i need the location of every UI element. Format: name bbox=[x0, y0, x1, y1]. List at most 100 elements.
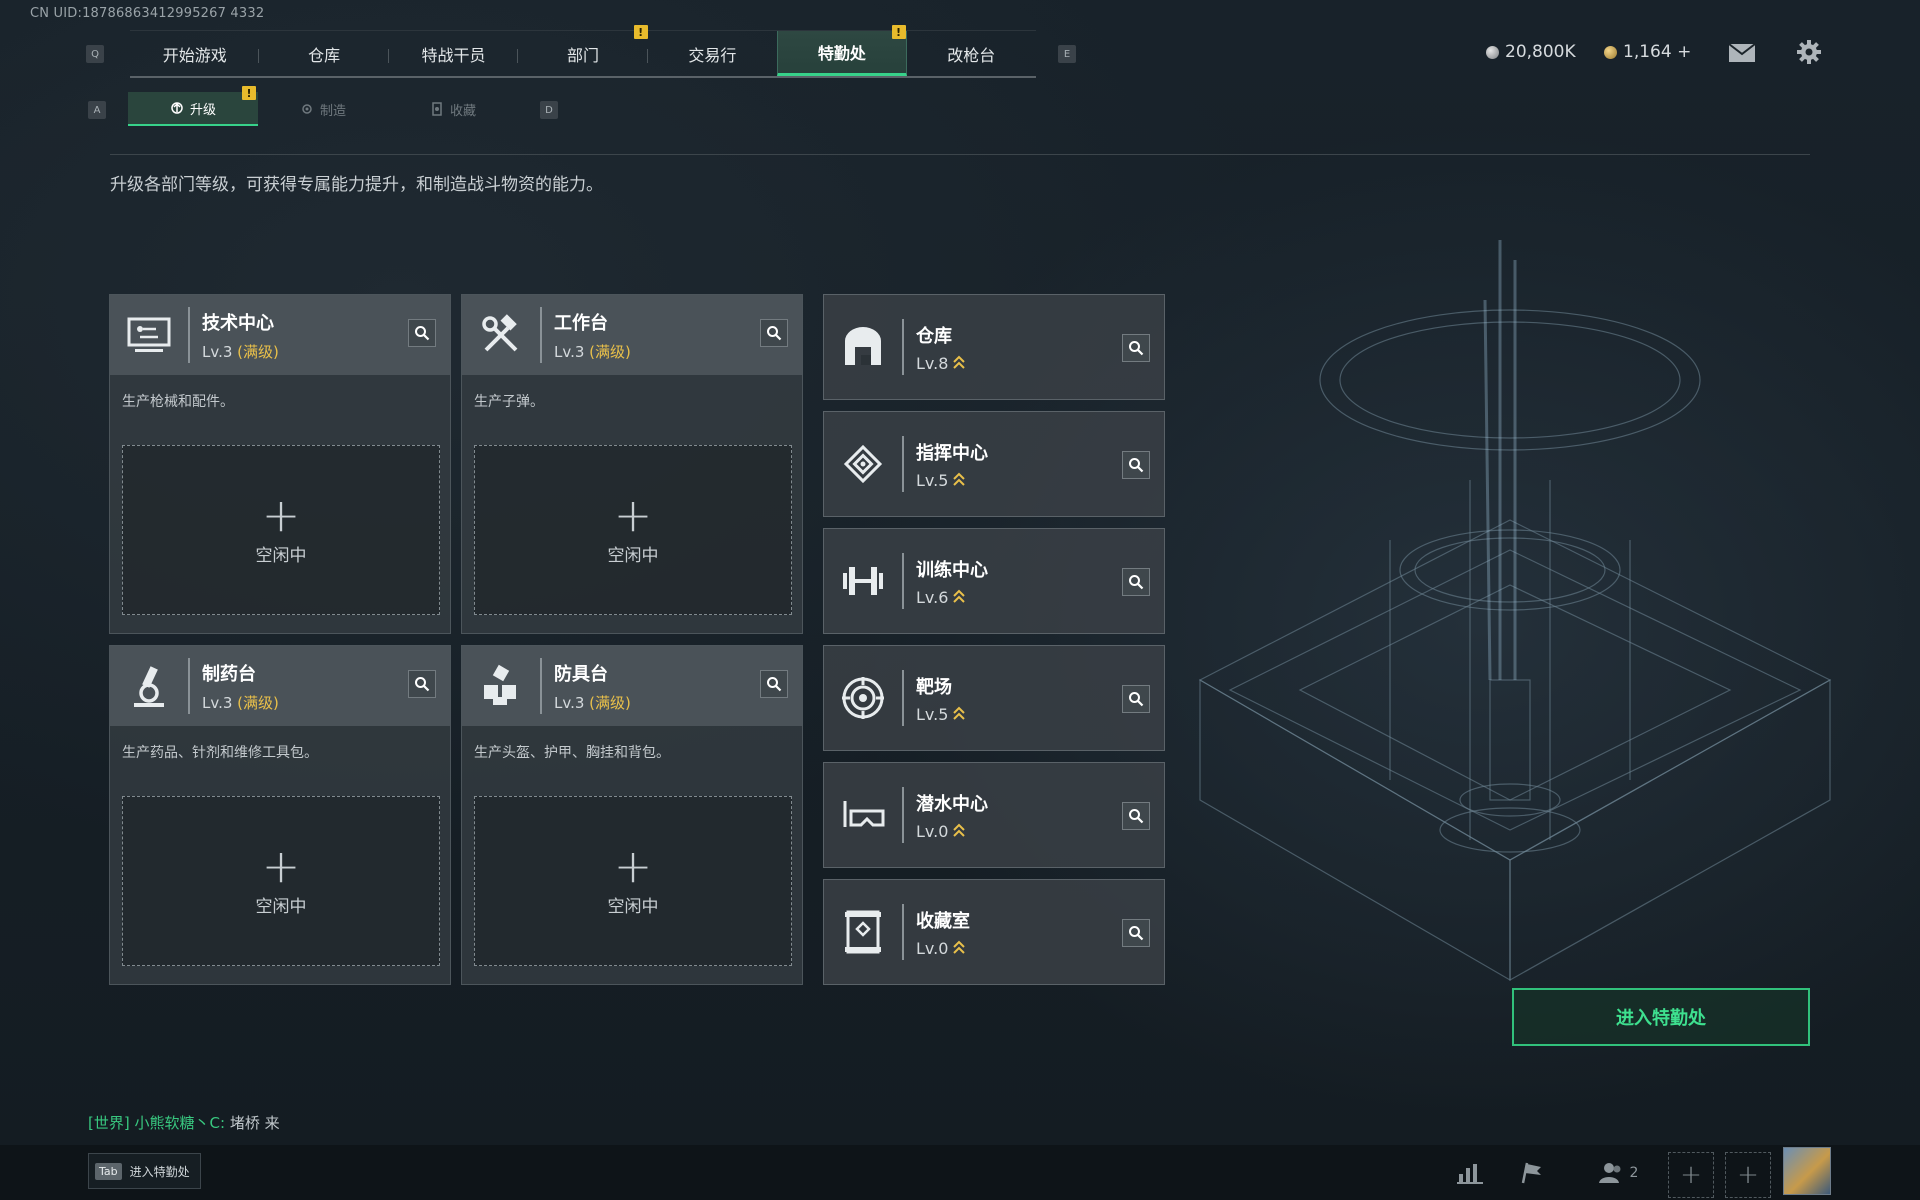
search-icon[interactable] bbox=[1122, 568, 1150, 596]
alert-badge: ! bbox=[633, 25, 648, 39]
tab-label: 特勤处 bbox=[817, 44, 866, 63]
production-slot[interactable]: + 空闲中 bbox=[122, 796, 440, 966]
slot-status: 空闲中 bbox=[255, 545, 307, 566]
subtab-craft[interactable]: 制造 bbox=[258, 92, 388, 126]
level-value: Lv.3 bbox=[554, 693, 585, 712]
chat-text: 堵桥 来 bbox=[229, 1114, 280, 1132]
facility-name: 收藏室 bbox=[916, 910, 970, 932]
chat-message[interactable]: [世界] 小熊软糖丶C: 堵桥 来 bbox=[88, 1112, 280, 1133]
search-icon[interactable] bbox=[408, 319, 436, 347]
facility-card-range[interactable]: 靶场 Lv.5 bbox=[823, 645, 1165, 751]
plus-icon: + bbox=[613, 487, 653, 542]
tab-start-game[interactable]: 开始游戏 bbox=[130, 31, 260, 76]
subtab-collect[interactable]: 收藏 bbox=[388, 92, 518, 126]
avatar[interactable] bbox=[1783, 1147, 1831, 1195]
silver-coin-icon bbox=[1486, 45, 1499, 59]
workbench-description: 生产药品、针剂和维修工具包。 bbox=[122, 745, 318, 761]
search-icon[interactable] bbox=[408, 670, 436, 698]
workbench-card-workbench: 工作台 Lv.3 (满级) 生产子弹。 + 空闲中 bbox=[461, 294, 803, 634]
max-level-tag: (满级) bbox=[237, 693, 279, 712]
alert-badge: ! bbox=[891, 25, 906, 39]
facility-level: Lv.0 bbox=[916, 939, 970, 958]
subtab-label: 制造 bbox=[319, 103, 346, 119]
chat-channel: [世界] bbox=[88, 1114, 130, 1132]
production-slot[interactable]: + 空闲中 bbox=[122, 445, 440, 615]
base-hologram-illustration bbox=[1170, 240, 1870, 1000]
slot-status: 空闲中 bbox=[607, 896, 659, 917]
tab-warehouse[interactable]: 仓库 bbox=[259, 31, 389, 76]
upgrade-arrow-icon bbox=[953, 940, 966, 954]
tab-label: 交易行 bbox=[688, 45, 737, 65]
production-slot[interactable]: + 空闲中 bbox=[474, 445, 792, 615]
tab-label: 部门 bbox=[566, 45, 599, 65]
facility-card-collection[interactable]: 收藏室 Lv.0 bbox=[823, 879, 1165, 985]
tab-trading[interactable]: 交易行 bbox=[648, 31, 777, 76]
facility-card-warehouse[interactable]: 仓库 Lv.8 bbox=[823, 294, 1165, 400]
mail-icon[interactable] bbox=[1727, 38, 1757, 68]
search-icon[interactable] bbox=[1122, 334, 1150, 362]
plus-icon: + bbox=[261, 838, 301, 893]
tab-shortcut-label: 进入特勤处 bbox=[129, 1164, 190, 1179]
level-value: Lv.3 bbox=[202, 342, 233, 361]
facility-level: Lv.5 bbox=[916, 471, 988, 490]
search-icon[interactable] bbox=[1122, 685, 1150, 713]
facility-level: Lv.8 bbox=[916, 354, 966, 373]
alert-badge: ! bbox=[242, 86, 256, 100]
facility-name: 训练中心 bbox=[916, 559, 988, 581]
tab-label: 特战干员 bbox=[421, 45, 486, 65]
stats-chart-icon[interactable] bbox=[1450, 1155, 1490, 1191]
tab-operators[interactable]: 特战干员 bbox=[389, 31, 519, 76]
workbench-level: Lv.3 (满级) bbox=[202, 341, 279, 362]
max-level-tag: (满级) bbox=[237, 342, 279, 361]
workbench-card-tech-center: 技术中心 Lv.3 (满级) 生产枪械和配件。 + 空闲中 bbox=[109, 294, 451, 634]
search-icon[interactable] bbox=[1122, 802, 1150, 830]
subnav-key-left: A bbox=[88, 101, 106, 119]
subtab-upgrade[interactable]: 升级 ! bbox=[128, 86, 258, 126]
warehouse-icon bbox=[824, 295, 902, 399]
workbench-level: Lv.3 (满级) bbox=[554, 341, 631, 362]
facility-name: 指挥中心 bbox=[916, 442, 988, 464]
level-value: Lv.0 bbox=[916, 821, 949, 841]
upgrade-arrow-icon bbox=[953, 589, 966, 603]
max-level-tag: (满级) bbox=[589, 693, 631, 712]
search-icon[interactable] bbox=[1122, 919, 1150, 947]
upgrade-arrow-icon bbox=[953, 706, 966, 720]
search-icon[interactable] bbox=[760, 670, 788, 698]
facility-card-training[interactable]: 训练中心 Lv.6 bbox=[823, 528, 1165, 634]
search-icon[interactable] bbox=[1122, 451, 1150, 479]
facility-level: Lv.0 bbox=[916, 822, 988, 841]
production-slot[interactable]: + 空闲中 bbox=[474, 796, 792, 966]
command-center-icon bbox=[824, 412, 902, 516]
dumbbell-icon bbox=[824, 529, 902, 633]
workbench-description: 生产枪械和配件。 bbox=[122, 394, 234, 410]
add-slot-button[interactable]: + bbox=[1725, 1152, 1771, 1198]
hammer-wrench-icon bbox=[462, 295, 540, 375]
subnav-key-right: D bbox=[540, 101, 558, 119]
add-slot-button[interactable]: + bbox=[1668, 1152, 1714, 1198]
gold-currency[interactable]: 1,164 + bbox=[1604, 42, 1691, 62]
display-case-icon bbox=[824, 880, 902, 984]
friends-button[interactable]: 2 bbox=[1588, 1155, 1648, 1191]
tab-departments[interactable]: 部门 ! bbox=[518, 25, 648, 76]
level-value: Lv.0 bbox=[916, 938, 949, 958]
tab-label: 改枪台 bbox=[947, 45, 996, 65]
facility-card-diving[interactable]: 潜水中心 Lv.0 bbox=[823, 762, 1165, 868]
sub-nav: 升级 ! 制造 收藏 bbox=[128, 86, 518, 126]
facility-card-command[interactable]: 指挥中心 Lv.5 bbox=[823, 411, 1165, 517]
collection-icon bbox=[432, 102, 442, 116]
gear-icon[interactable] bbox=[1794, 37, 1824, 67]
tech-center-icon bbox=[110, 295, 188, 375]
flag-icon[interactable] bbox=[1512, 1155, 1552, 1191]
workbench-card-pharmacy: 制药台 Lv.3 (满级) 生产药品、针剂和维修工具包。 + 空闲中 bbox=[109, 645, 451, 985]
tab-gunsmith[interactable]: 改枪台 bbox=[907, 31, 1036, 76]
enter-special-ops-button[interactable]: 进入特勤处 bbox=[1512, 988, 1810, 1046]
silver-currency[interactable]: 20,800K bbox=[1486, 42, 1576, 62]
chat-sender: 小熊软糖丶C: bbox=[134, 1114, 226, 1132]
craft-icon bbox=[302, 104, 312, 114]
tab-special-ops[interactable]: 特勤处 ! bbox=[777, 25, 907, 76]
tab-shortcut-button[interactable]: Tab 进入特勤处 bbox=[88, 1153, 201, 1189]
tab-key: Tab bbox=[95, 1162, 122, 1180]
level-value: Lv.5 bbox=[916, 470, 949, 490]
workbench-name: 技术中心 bbox=[202, 312, 274, 334]
search-icon[interactable] bbox=[760, 319, 788, 347]
